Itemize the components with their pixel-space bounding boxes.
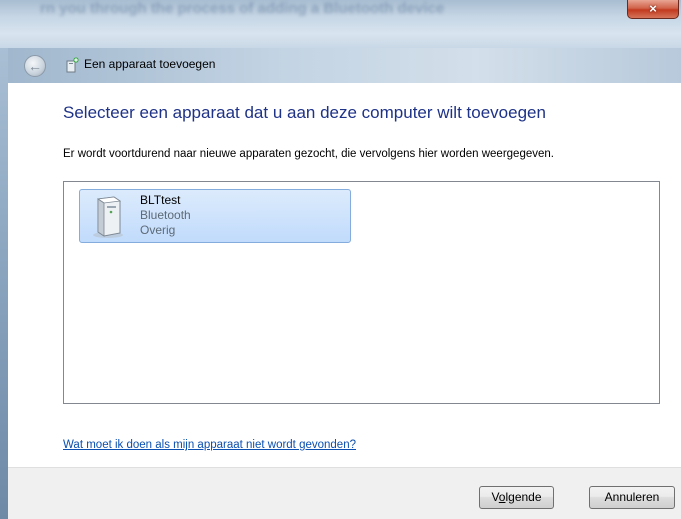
device-name: BLTtest — [140, 193, 181, 207]
page-heading: Selecteer een apparaat dat u aan deze co… — [63, 103, 546, 122]
window-frame-left — [0, 48, 8, 519]
content-area: Selecteer een apparaat dat u aan deze co… — [8, 83, 681, 467]
button-bar: Volgende Annuleren — [8, 467, 681, 519]
help-link[interactable]: Wat moet ik doen als mijn apparaat niet … — [63, 439, 356, 451]
wizard-window: rn you through the process of adding a B… — [0, 0, 681, 519]
device-list[interactable]: BLTtest Bluetooth Overig — [63, 181, 660, 404]
back-button[interactable]: ← — [24, 55, 46, 77]
title-bar[interactable]: rn you through the process of adding a B… — [0, 0, 681, 77]
back-arrow-icon: ← — [28, 58, 42, 74]
add-device-icon — [66, 57, 79, 73]
device-type: Bluetooth — [140, 208, 191, 222]
close-button[interactable]: × — [627, 0, 679, 19]
next-label-pre: V — [491, 490, 499, 504]
cancel-button[interactable]: Annuleren — [589, 486, 675, 509]
background-window-title: rn you through the process of adding a B… — [40, 0, 445, 17]
device-tile[interactable]: BLTtest Bluetooth Overig — [79, 189, 351, 243]
device-category: Overig — [140, 223, 176, 237]
close-icon: × — [649, 1, 657, 16]
wizard-title: Een apparaat toevoegen — [84, 57, 216, 71]
computer-tower-icon — [93, 196, 123, 238]
next-button[interactable]: Volgende — [479, 486, 554, 509]
next-label-post: lgende — [505, 490, 542, 504]
page-description: Er wordt voortdurend naar nieuwe apparat… — [63, 148, 554, 160]
